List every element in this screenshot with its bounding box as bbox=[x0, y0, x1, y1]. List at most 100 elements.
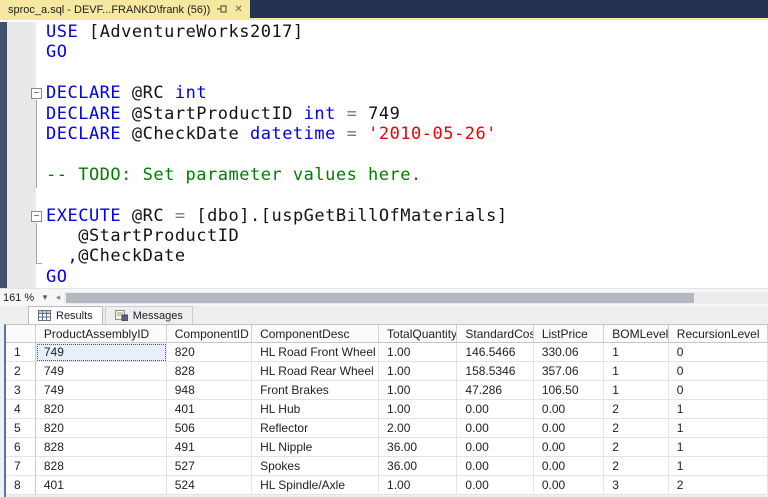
tab-messages[interactable]: Messages bbox=[105, 306, 193, 324]
grid-cell[interactable]: 1.00 bbox=[379, 381, 457, 400]
grid-cell[interactable]: 524 bbox=[167, 476, 252, 495]
code-line bbox=[46, 144, 768, 164]
grid-cell[interactable]: 0.00 bbox=[534, 419, 604, 438]
fold-collapse-icon[interactable]: − bbox=[31, 88, 42, 99]
grid-cell[interactable]: 828 bbox=[167, 362, 252, 381]
grid-cell[interactable]: 506 bbox=[167, 419, 252, 438]
grid-column-header[interactable]: ProductAssemblyID bbox=[36, 325, 167, 343]
grid-cell[interactable]: Spokes bbox=[252, 457, 379, 476]
close-icon[interactable]: ✕ bbox=[234, 5, 242, 15]
grid-column-header[interactable]: StandardCost bbox=[457, 325, 533, 343]
grid-column-header[interactable]: BOMLevel bbox=[604, 325, 669, 343]
grid-cell[interactable]: 1 bbox=[669, 400, 768, 419]
grid-cell[interactable]: Front Brakes bbox=[252, 381, 379, 400]
code-line: DECLARE @RC int bbox=[46, 83, 768, 103]
grid-cell[interactable]: 401 bbox=[167, 400, 252, 419]
grid-column-header[interactable]: ComponentDesc bbox=[252, 325, 379, 343]
grid-cell[interactable]: 2 bbox=[604, 438, 669, 457]
grid-column-header[interactable]: ComponentID bbox=[167, 325, 252, 343]
grid-cell[interactable]: 1 bbox=[604, 343, 669, 362]
code-editor[interactable]: − − USE [AdventureWorks2017]GODECLARE @R… bbox=[0, 22, 768, 288]
tab-results[interactable]: Results bbox=[28, 306, 103, 324]
scroll-left-icon[interactable]: ◂ bbox=[52, 292, 64, 303]
grid-cell[interactable]: 401 bbox=[36, 476, 167, 495]
grid-cell[interactable]: 0 bbox=[669, 381, 768, 400]
grid-cell[interactable]: 1.00 bbox=[379, 476, 457, 495]
grid-cell[interactable]: 1 bbox=[604, 381, 669, 400]
table-row: 1749820HL Road Front Wheel1.00146.546633… bbox=[6, 343, 768, 362]
grid-cell[interactable]: HL Hub bbox=[252, 400, 379, 419]
grid-cell[interactable]: HL Nipple bbox=[252, 438, 379, 457]
grid-cell[interactable]: 1 bbox=[669, 438, 768, 457]
results-grid[interactable]: ProductAssemblyIDComponentIDComponentDes… bbox=[4, 324, 768, 497]
grid-cell[interactable]: 1 bbox=[669, 457, 768, 476]
grid-cell[interactable]: 2.00 bbox=[379, 419, 457, 438]
grid-corner-cell[interactable] bbox=[6, 325, 36, 343]
grid-row-number[interactable]: 3 bbox=[6, 381, 36, 400]
grid-cell[interactable]: 948 bbox=[167, 381, 252, 400]
grid-cell[interactable]: 2 bbox=[604, 457, 669, 476]
grid-cell[interactable]: 0.00 bbox=[534, 400, 604, 419]
grid-cell[interactable]: 820 bbox=[36, 400, 167, 419]
grid-cell[interactable]: 2 bbox=[604, 400, 669, 419]
grid-cell[interactable]: Reflector bbox=[252, 419, 379, 438]
grid-cell[interactable]: 828 bbox=[36, 457, 167, 476]
grid-cell[interactable]: 158.5346 bbox=[457, 362, 533, 381]
grid-row-number[interactable]: 6 bbox=[6, 438, 36, 457]
grid-cell[interactable]: 2 bbox=[669, 476, 768, 495]
grid-cell[interactable]: 1.00 bbox=[379, 400, 457, 419]
grid-cell[interactable]: 0 bbox=[669, 362, 768, 381]
grid-cell[interactable]: 3 bbox=[604, 476, 669, 495]
grid-row-number[interactable]: 2 bbox=[6, 362, 36, 381]
grid-cell[interactable]: 491 bbox=[167, 438, 252, 457]
grid-cell[interactable]: 0.00 bbox=[534, 476, 604, 495]
grid-cell[interactable]: 1.00 bbox=[379, 362, 457, 381]
grid-cell[interactable]: 527 bbox=[167, 457, 252, 476]
grid-cell[interactable]: 106.50 bbox=[534, 381, 604, 400]
grid-cell[interactable]: 1 bbox=[604, 362, 669, 381]
grid-cell[interactable]: 828 bbox=[36, 438, 167, 457]
grid-cell[interactable]: 0.00 bbox=[457, 438, 533, 457]
grid-column-header[interactable]: ListPrice bbox=[534, 325, 604, 343]
grid-cell[interactable]: HL Road Rear Wheel bbox=[252, 362, 379, 381]
grid-row-number[interactable]: 5 bbox=[6, 419, 36, 438]
horizontal-scrollbar[interactable] bbox=[64, 292, 768, 304]
grid-cell[interactable]: 749 bbox=[36, 381, 167, 400]
grid-cell[interactable]: 1 bbox=[669, 419, 768, 438]
grid-cell[interactable]: 0.00 bbox=[457, 476, 533, 495]
grid-row-number[interactable]: 8 bbox=[6, 476, 36, 495]
document-tab[interactable]: sproc_a.sql - DEVF...FRANKD\frank (56)) … bbox=[0, 0, 250, 20]
grid-cell[interactable]: 749 bbox=[36, 343, 167, 362]
grid-column-header[interactable]: TotalQuantity bbox=[379, 325, 457, 343]
code-area[interactable]: USE [AdventureWorks2017]GODECLARE @RC in… bbox=[36, 22, 768, 288]
grid-cell[interactable]: 0.00 bbox=[534, 457, 604, 476]
grid-cell[interactable]: 749 bbox=[36, 362, 167, 381]
grid-cell[interactable]: 36.00 bbox=[379, 457, 457, 476]
grid-cell[interactable]: 47.286 bbox=[457, 381, 533, 400]
grid-row-number[interactable]: 4 bbox=[6, 400, 36, 419]
grid-column-header[interactable]: RecursionLevel bbox=[669, 325, 768, 343]
grid-cell[interactable]: 0.00 bbox=[457, 400, 533, 419]
grid-cell[interactable]: 0 bbox=[669, 343, 768, 362]
grid-cell[interactable]: 146.5466 bbox=[457, 343, 533, 362]
grid-cell[interactable]: 0.00 bbox=[534, 438, 604, 457]
grid-cell[interactable]: 0.00 bbox=[457, 457, 533, 476]
zoom-dropdown-icon[interactable]: ▾ bbox=[38, 292, 52, 303]
grid-cell[interactable]: 0.00 bbox=[457, 419, 533, 438]
grid-cell[interactable]: 820 bbox=[167, 343, 252, 362]
horizontal-scrollbar-thumb[interactable] bbox=[66, 293, 694, 303]
grid-cell[interactable]: 2 bbox=[604, 419, 669, 438]
grid-cell[interactable]: 330.06 bbox=[534, 343, 604, 362]
grid-row-number[interactable]: 1 bbox=[6, 343, 36, 362]
pin-icon[interactable] bbox=[217, 4, 227, 17]
results-grid-wrap: ProductAssemblyIDComponentIDComponentDes… bbox=[0, 324, 768, 497]
grid-cell[interactable]: HL Spindle/Axle bbox=[252, 476, 379, 495]
grid-cell[interactable]: 1.00 bbox=[379, 343, 457, 362]
grid-cell[interactable]: HL Road Front Wheel bbox=[252, 343, 379, 362]
grid-cell[interactable]: 820 bbox=[36, 419, 167, 438]
grid-row-number[interactable]: 7 bbox=[6, 457, 36, 476]
fold-collapse-icon[interactable]: − bbox=[31, 211, 42, 222]
grid-cell[interactable]: 36.00 bbox=[379, 438, 457, 457]
editor-zoom-level[interactable]: 161 % bbox=[0, 292, 38, 304]
grid-cell[interactable]: 357.06 bbox=[534, 362, 604, 381]
